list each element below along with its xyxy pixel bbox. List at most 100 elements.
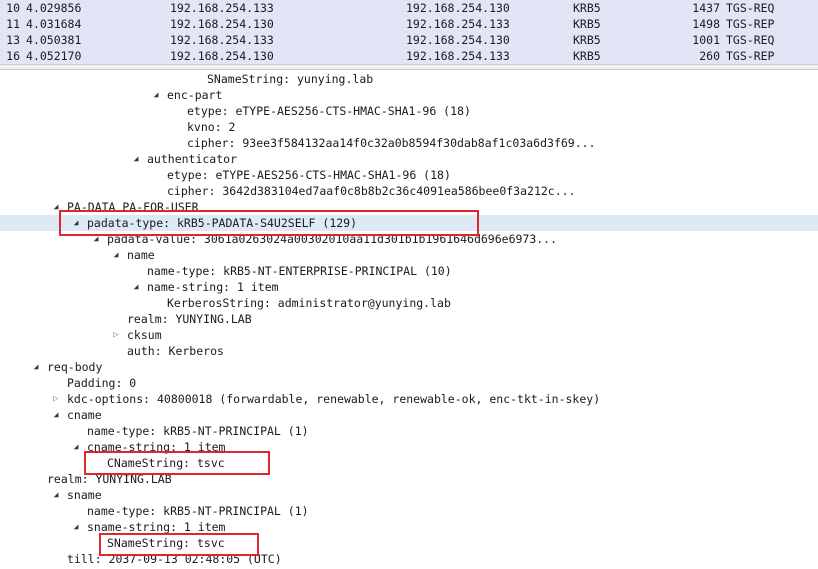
- tree-node-sname-name-type[interactable]: name-type: kRB5-NT-PRINCIPAL (1): [0, 503, 818, 519]
- expanded-triangle-icon[interactable]: ◢: [71, 215, 81, 231]
- tree-node-sname-string[interactable]: ◢ sname-string: 1 item: [0, 519, 818, 535]
- packet-protocol: KRB5: [573, 17, 601, 31]
- expanded-triangle-icon[interactable]: ◢: [131, 279, 141, 295]
- tree-node-till[interactable]: till: 2037-09-13 02:48:05 (UTC): [0, 551, 818, 567]
- tree-node-label: sname: [67, 488, 102, 502]
- tree-node-label: sname-string: 1 item: [87, 520, 226, 534]
- expanded-triangle-icon[interactable]: ◢: [51, 487, 61, 503]
- expanded-triangle-icon[interactable]: ◢: [31, 359, 41, 375]
- packet-length: 1498: [692, 17, 720, 31]
- tree-node-label: kdc-options: 40800018 (forwardable, rene…: [67, 392, 601, 406]
- packet-protocol: KRB5: [573, 33, 601, 47]
- tree-node-label: etype: eTYPE-AES256-CTS-HMAC-SHA1-96 (18…: [187, 104, 471, 118]
- tree-node-auth-cipher[interactable]: cipher: 3642d383104ed7aaf0c8b8b2c36c4091…: [0, 183, 818, 199]
- tree-node-realm-body[interactable]: realm: YUNYING.LAB: [0, 471, 818, 487]
- tree-node-label: cksum: [127, 328, 162, 342]
- tree-node-label: enc-part: [167, 88, 223, 102]
- tree-node-label: name-string: 1 item: [147, 280, 279, 294]
- tree-node-realm[interactable]: realm: YUNYING.LAB: [0, 311, 818, 327]
- tree-node-cname-string-value[interactable]: CNameString: tsvc: [0, 455, 818, 471]
- tree-node-label: padata-type: kRB5-PADATA-S4U2SELF (129): [87, 216, 358, 230]
- tree-node-label: name-type: kRB5-NT-PRINCIPAL (1): [87, 504, 309, 518]
- expanded-triangle-icon[interactable]: ◢: [51, 199, 61, 215]
- tree-node-label: cname: [67, 408, 102, 422]
- packet-row[interactable]: 10 4.029856 192.168.254.133 192.168.254.…: [0, 0, 818, 17]
- tree-node-req-body[interactable]: ◢ req-body: [0, 359, 818, 375]
- tree-node-label: till: 2037-09-13 02:48:05 (UTC): [67, 552, 282, 566]
- tree-node-label: Padding: 0: [67, 376, 137, 390]
- packet-protocol: KRB5: [573, 49, 601, 63]
- tree-node-label: SNameString: tsvc: [107, 536, 225, 550]
- tree-node-label: cipher: 3642d383104ed7aaf0c8b8b2c36c4091…: [167, 184, 576, 198]
- tree-node-label: cname-string: 1 item: [87, 440, 226, 454]
- tree-node-padata-value[interactable]: ◢ padata-value: 3061a0263024a00302010aa1…: [0, 231, 818, 247]
- tree-node-label: PA-DATA PA-FOR-USER: [67, 200, 199, 214]
- packet-list: 10 4.029856 192.168.254.133 192.168.254.…: [0, 0, 818, 65]
- packet-info: TGS-REP: [726, 17, 775, 31]
- collapsed-triangle-icon[interactable]: ▷: [111, 327, 121, 343]
- tree-node-cname-string[interactable]: ◢ cname-string: 1 item: [0, 439, 818, 455]
- tree-node-kerberos-string[interactable]: KerberosString: administrator@yunying.la…: [0, 295, 818, 311]
- packet-details-tree: SNameString: yunying.lab ◢ enc-part etyp…: [0, 71, 818, 569]
- tree-node-label: CNameString: tsvc: [107, 456, 225, 470]
- tree-node-label: padata-value: 3061a0263024a00302010aa11d…: [107, 232, 558, 246]
- expanded-triangle-icon[interactable]: ◢: [131, 151, 141, 167]
- packet-time: 4.052170: [26, 49, 82, 63]
- expanded-triangle-icon[interactable]: ◢: [111, 247, 121, 263]
- tree-node-label: realm: YUNYING.LAB: [47, 472, 172, 486]
- packet-destination: 192.168.254.130: [406, 1, 510, 15]
- tree-node-sname-string-value[interactable]: SNameString: tsvc: [0, 535, 818, 551]
- tree-node-sname[interactable]: ◢ sname: [0, 487, 818, 503]
- packet-info: TGS-REP: [726, 49, 775, 63]
- tree-node-name-string[interactable]: ◢ name-string: 1 item: [0, 279, 818, 295]
- packet-info: TGS-REQ: [726, 1, 775, 15]
- tree-node-enc-part-cipher[interactable]: cipher: 93ee3f584132aa14f0c32a0b8594f30d…: [0, 135, 818, 151]
- tree-node-sname-string-top[interactable]: SNameString: yunying.lab: [0, 71, 818, 87]
- tree-node-enc-part-kvno[interactable]: kvno: 2: [0, 119, 818, 135]
- packet-number: 13: [6, 33, 20, 47]
- expanded-triangle-icon[interactable]: ◢: [91, 231, 101, 247]
- expanded-triangle-icon[interactable]: ◢: [71, 439, 81, 455]
- pane-splitter[interactable]: [0, 64, 818, 70]
- tree-node-enc-part[interactable]: ◢ enc-part: [0, 87, 818, 103]
- tree-node-auth-etype[interactable]: etype: eTYPE-AES256-CTS-HMAC-SHA1-96 (18…: [0, 167, 818, 183]
- tree-node-label: KerberosString: administrator@yunying.la…: [167, 296, 451, 310]
- packet-row[interactable]: 16 4.052170 192.168.254.130 192.168.254.…: [0, 48, 818, 65]
- packet-info: TGS-REQ: [726, 33, 775, 47]
- tree-node-cname[interactable]: ◢ cname: [0, 407, 818, 423]
- packet-source: 192.168.254.133: [170, 33, 274, 47]
- tree-node-auth[interactable]: auth: Kerberos: [0, 343, 818, 359]
- expanded-triangle-icon[interactable]: ◢: [151, 87, 161, 103]
- expanded-triangle-icon[interactable]: ◢: [51, 407, 61, 423]
- packet-row[interactable]: 13 4.050381 192.168.254.133 192.168.254.…: [0, 32, 818, 49]
- tree-node-label: cipher: 93ee3f584132aa14f0c32a0b8594f30d…: [187, 136, 596, 150]
- tree-node-label: auth: Kerberos: [127, 344, 224, 358]
- tree-node-label: SNameString: yunying.lab: [207, 72, 374, 86]
- tree-node-pa-data[interactable]: ◢ PA-DATA PA-FOR-USER: [0, 199, 818, 215]
- tree-node-padding[interactable]: Padding: 0: [0, 375, 818, 391]
- tree-node-padata-type[interactable]: ◢ padata-type: kRB5-PADATA-S4U2SELF (129…: [0, 215, 818, 231]
- packet-protocol: KRB5: [573, 1, 601, 15]
- tree-node-authenticator[interactable]: ◢ authenticator: [0, 151, 818, 167]
- tree-node-kdc-options[interactable]: ▷ kdc-options: 40800018 (forwardable, re…: [0, 391, 818, 407]
- tree-node-label: name-type: kRB5-NT-PRINCIPAL (1): [87, 424, 309, 438]
- tree-node-name-type[interactable]: name-type: kRB5-NT-ENTERPRISE-PRINCIPAL …: [0, 263, 818, 279]
- packet-source: 192.168.254.130: [170, 49, 274, 63]
- tree-node-label: name-type: kRB5-NT-ENTERPRISE-PRINCIPAL …: [147, 264, 452, 278]
- tree-node-cname-name-type[interactable]: name-type: kRB5-NT-PRINCIPAL (1): [0, 423, 818, 439]
- tree-node-label: authenticator: [147, 152, 238, 166]
- tree-node-label: kvno: 2: [187, 120, 236, 134]
- packet-time: 4.029856: [26, 1, 82, 15]
- expanded-triangle-icon[interactable]: ◢: [71, 519, 81, 535]
- packet-destination: 192.168.254.133: [406, 17, 510, 31]
- tree-node-name[interactable]: ◢ name: [0, 247, 818, 263]
- packet-row[interactable]: 11 4.031684 192.168.254.130 192.168.254.…: [0, 16, 818, 33]
- tree-node-cksum[interactable]: ▷ cksum: [0, 327, 818, 343]
- tree-node-enc-part-etype[interactable]: etype: eTYPE-AES256-CTS-HMAC-SHA1-96 (18…: [0, 103, 818, 119]
- collapsed-triangle-icon[interactable]: ▷: [51, 391, 61, 407]
- tree-node-label: req-body: [47, 360, 103, 374]
- packet-time: 4.050381: [26, 33, 82, 47]
- packet-length: 260: [699, 49, 720, 63]
- tree-node-label: realm: YUNYING.LAB: [127, 312, 252, 326]
- packet-number: 11: [6, 17, 20, 31]
